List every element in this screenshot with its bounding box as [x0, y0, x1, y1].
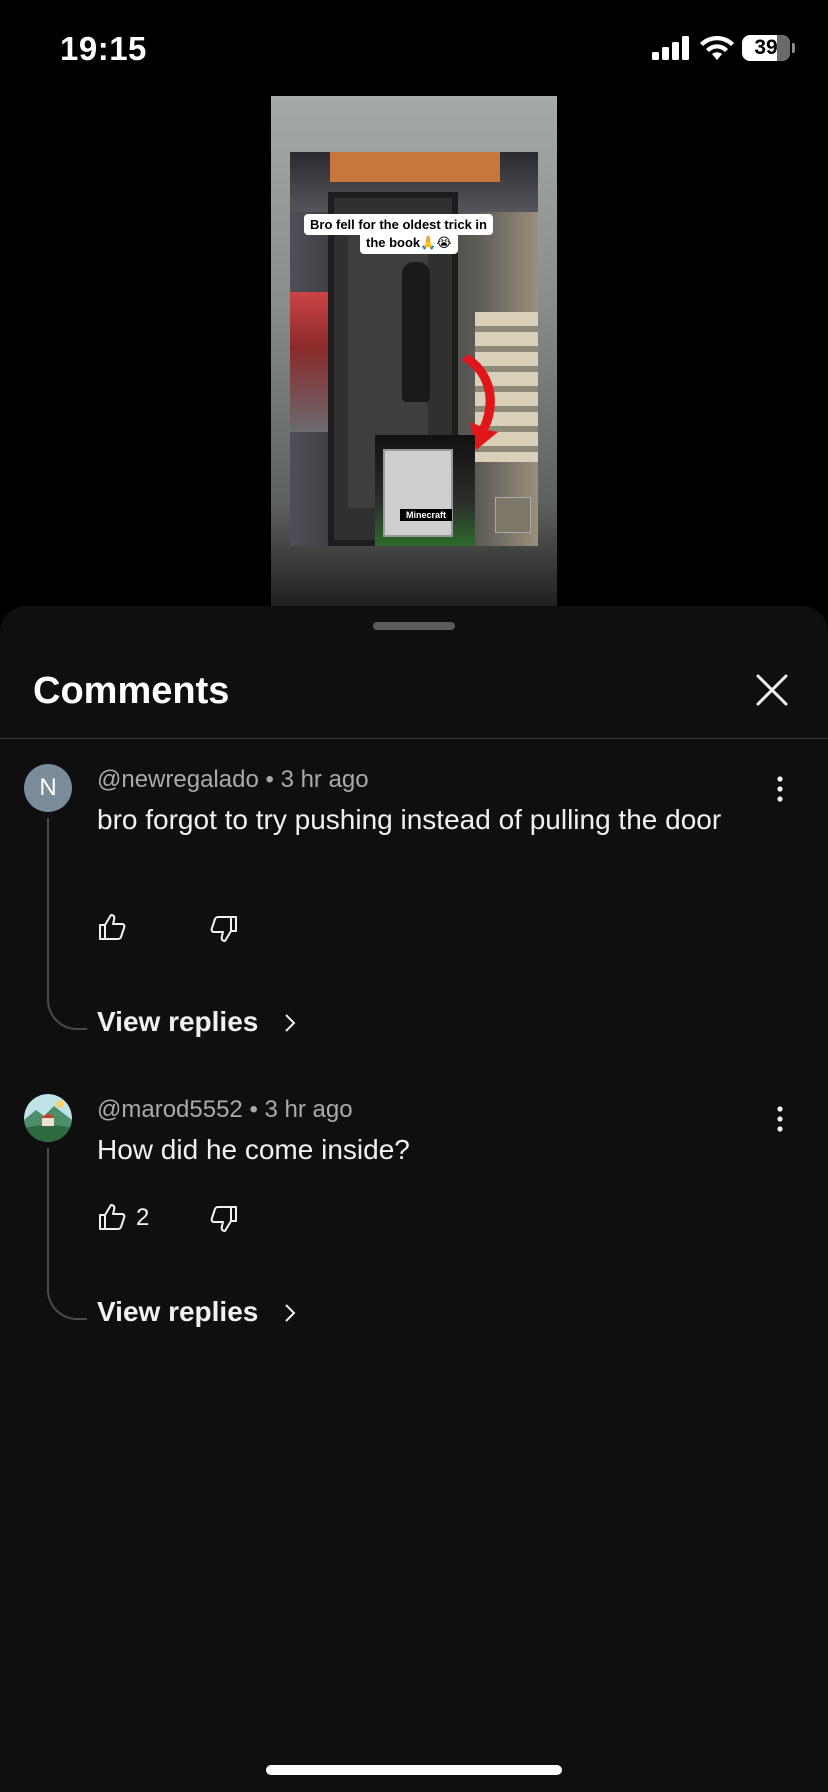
thumbs-up-icon[interactable]	[97, 1202, 127, 1232]
status-bar: 19:15 39	[0, 0, 828, 96]
comments-title: Comments	[33, 670, 230, 712]
video-caption-line-2: the book🙏😭	[360, 232, 458, 254]
more-vertical-icon[interactable]	[770, 774, 790, 804]
battery-icon: 39	[742, 35, 790, 61]
thumbs-down-icon[interactable]	[209, 914, 239, 944]
cellular-signal-icon	[652, 36, 689, 60]
avatar[interactable]	[24, 1094, 72, 1142]
comment-meta: @newregalado • 3 hr ago	[97, 766, 369, 794]
comment-time: 3 hr ago	[280, 766, 369, 793]
meta-separator: •	[265, 766, 281, 793]
view-replies-button[interactable]: View replies	[97, 1296, 258, 1328]
thumbs-up-icon[interactable]	[97, 912, 127, 942]
like-count: 2	[136, 1204, 150, 1231]
thumbs-down-icon[interactable]	[209, 1204, 239, 1234]
eagle-watermark	[495, 497, 531, 533]
scene-sign	[330, 152, 500, 182]
comment-time: 3 hr ago	[264, 1096, 353, 1123]
comment-text: bro forgot to try pushing instead of pul…	[97, 804, 722, 835]
reply-thread-line	[47, 818, 87, 1030]
minecraft-block	[383, 449, 453, 537]
minecraft-inset: Minecraft	[375, 435, 475, 546]
status-time: 19:15	[60, 30, 147, 67]
chevron-right-icon[interactable]	[283, 1302, 297, 1324]
video-player[interactable]: Minecraft Bro fell for the oldest trick …	[271, 96, 557, 606]
battery-level: 39	[754, 36, 778, 59]
header-divider	[0, 738, 828, 739]
close-icon[interactable]	[754, 672, 790, 708]
video-frame: Minecraft Bro fell for the oldest trick …	[290, 152, 538, 546]
home-indicator[interactable]	[266, 1765, 562, 1775]
battery-nub	[792, 43, 795, 53]
comments-sheet: Comments N @newregalado • 3 hr ago bro f…	[0, 606, 828, 1792]
comment-meta: @marod5552 • 3 hr ago	[97, 1096, 353, 1124]
scene-person	[402, 262, 430, 402]
reply-thread-line	[47, 1148, 87, 1320]
minecraft-label: Minecraft	[400, 509, 452, 521]
comment-text: How did he come inside?	[97, 1134, 410, 1165]
drag-handle[interactable]	[373, 622, 455, 630]
scene-shelf-left	[290, 292, 330, 432]
meta-separator: •	[249, 1096, 265, 1123]
more-vertical-icon[interactable]	[770, 1104, 790, 1134]
chevron-right-icon[interactable]	[283, 1012, 297, 1034]
wifi-icon	[700, 36, 734, 60]
avatar[interactable]: N	[24, 764, 72, 812]
comment-author[interactable]: @marod5552	[97, 1096, 243, 1123]
view-replies-button[interactable]: View replies	[97, 1006, 258, 1038]
comment-author[interactable]: @newregalado	[97, 766, 259, 793]
